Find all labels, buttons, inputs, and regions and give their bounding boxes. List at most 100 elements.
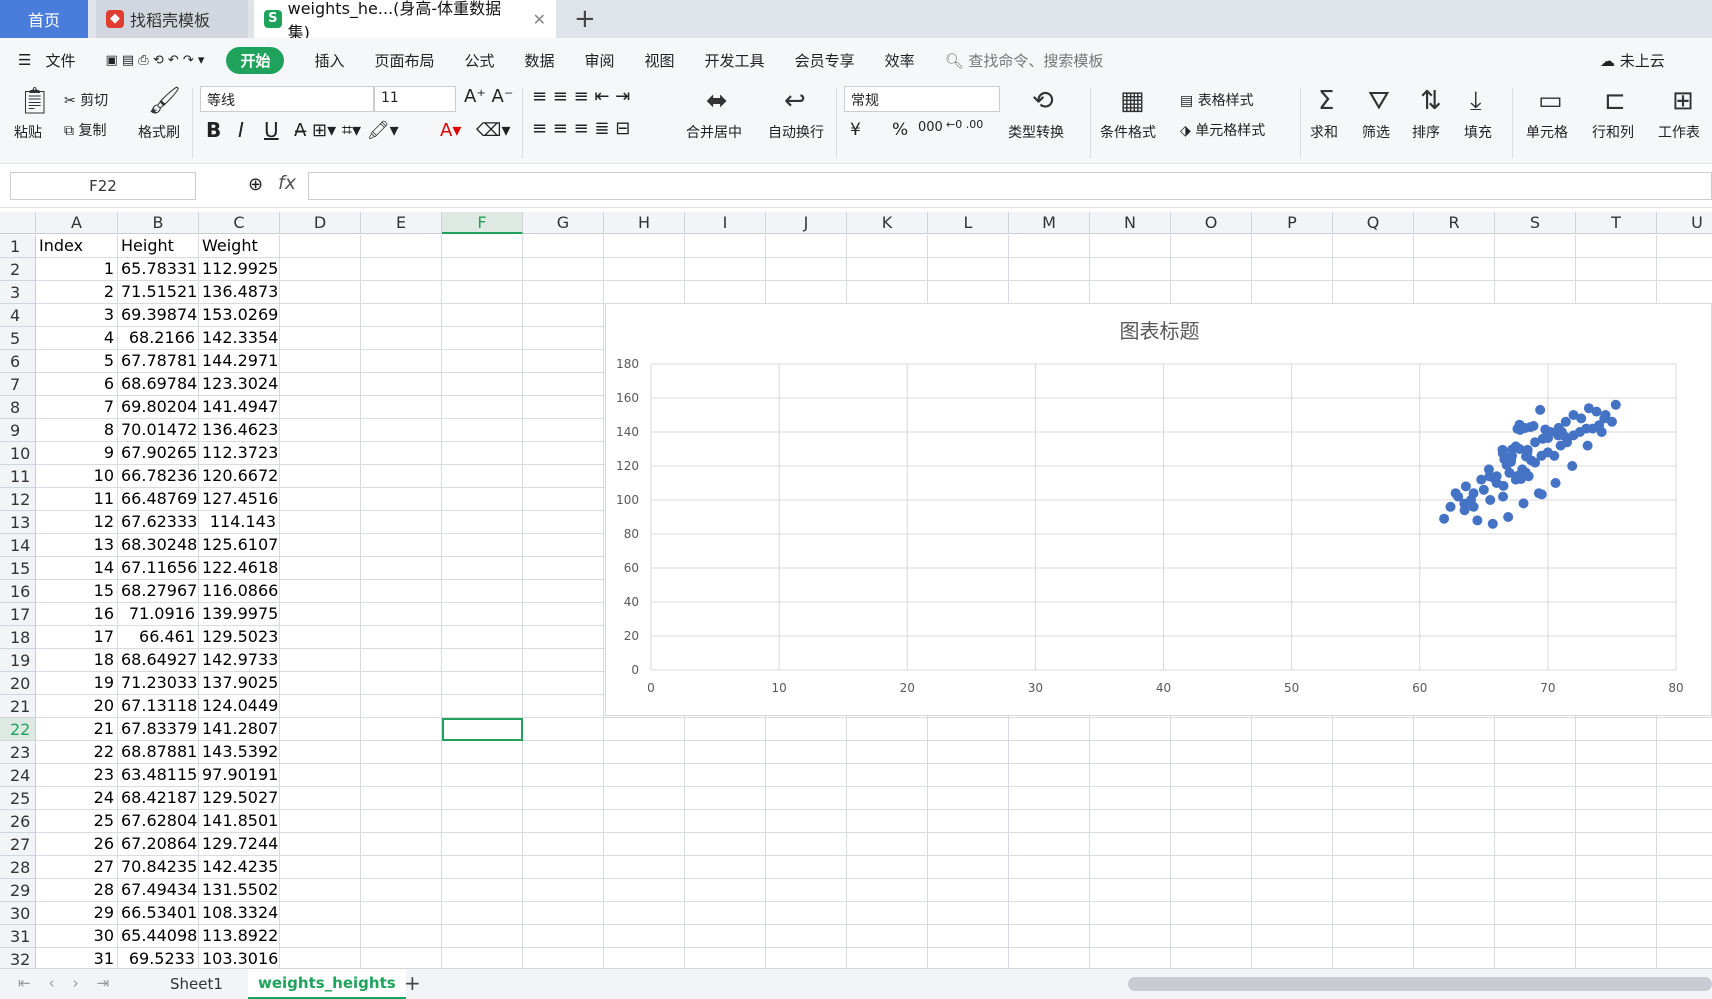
merge-icon[interactable]: ⬌ xyxy=(706,88,728,114)
cell-s24[interactable] xyxy=(1495,764,1576,787)
cell-k22[interactable] xyxy=(847,718,928,741)
cell-f27[interactable] xyxy=(442,833,523,856)
cell-c19[interactable]: 142.9733 xyxy=(199,649,280,672)
cell-l28[interactable] xyxy=(928,856,1009,879)
cell-b20[interactable]: 71.23033 xyxy=(118,672,199,695)
cell-g1[interactable] xyxy=(523,235,604,258)
cell-r28[interactable] xyxy=(1414,856,1495,879)
column-header-u[interactable]: U xyxy=(1657,212,1712,234)
cell-c13[interactable]: 114.143 xyxy=(199,511,280,534)
cell-c16[interactable]: 116.0866 xyxy=(199,580,280,603)
cell-b16[interactable]: 68.27967 xyxy=(118,580,199,603)
cell-q31[interactable] xyxy=(1333,925,1414,948)
cell-e31[interactable] xyxy=(361,925,442,948)
cell-f29[interactable] xyxy=(442,879,523,902)
cell-i31[interactable] xyxy=(685,925,766,948)
cell-k1[interactable] xyxy=(847,235,928,258)
row-header[interactable]: 8 xyxy=(0,396,36,419)
cell-p2[interactable] xyxy=(1252,258,1333,281)
cell-d24[interactable] xyxy=(280,764,361,787)
cell-m27[interactable] xyxy=(1009,833,1090,856)
menu-insert[interactable]: 插入 xyxy=(314,50,344,71)
type-convert-button[interactable]: 类型转换 xyxy=(1008,122,1064,142)
cell-t26[interactable] xyxy=(1576,810,1657,833)
cell-c7[interactable]: 123.3024 xyxy=(199,373,280,396)
tab-home[interactable]: 首页 xyxy=(0,0,88,38)
row-header[interactable]: 27 xyxy=(0,833,36,856)
cell-r24[interactable] xyxy=(1414,764,1495,787)
cell-a10[interactable]: 9 xyxy=(36,442,118,465)
cell-e29[interactable] xyxy=(361,879,442,902)
cell-t24[interactable] xyxy=(1576,764,1657,787)
cell-a19[interactable]: 18 xyxy=(36,649,118,672)
cell-q3[interactable] xyxy=(1333,281,1414,304)
column-header-r[interactable]: R xyxy=(1414,212,1495,234)
sheet-nav-icon[interactable]: ⇤‹›⇥ xyxy=(18,974,127,992)
zoom-icon[interactable]: ⊕ xyxy=(248,174,263,195)
column-header-t[interactable]: T xyxy=(1576,212,1657,234)
worksheet-button[interactable]: 工作表 xyxy=(1658,122,1700,142)
cell-h2[interactable] xyxy=(604,258,685,281)
cell-n32[interactable] xyxy=(1090,948,1171,968)
cell-a15[interactable]: 14 xyxy=(36,557,118,580)
row-header[interactable]: 31 xyxy=(0,925,36,948)
cell-e9[interactable] xyxy=(361,419,442,442)
cell-l26[interactable] xyxy=(928,810,1009,833)
cell-t1[interactable] xyxy=(1576,235,1657,258)
cell-d20[interactable] xyxy=(280,672,361,695)
cell-m22[interactable] xyxy=(1009,718,1090,741)
cell-g6[interactable] xyxy=(523,350,604,373)
cell-t31[interactable] xyxy=(1576,925,1657,948)
cell-e21[interactable] xyxy=(361,695,442,718)
cell-s30[interactable] xyxy=(1495,902,1576,925)
row-header[interactable]: 17 xyxy=(0,603,36,626)
column-header-l[interactable]: L xyxy=(928,212,1009,234)
cell-i25[interactable] xyxy=(685,787,766,810)
cell-e2[interactable] xyxy=(361,258,442,281)
cell-f25[interactable] xyxy=(442,787,523,810)
cell-e22[interactable] xyxy=(361,718,442,741)
cell-k2[interactable] xyxy=(847,258,928,281)
cell-e13[interactable] xyxy=(361,511,442,534)
cell-e8[interactable] xyxy=(361,396,442,419)
cell-c28[interactable]: 142.4235 xyxy=(199,856,280,879)
cell-s22[interactable] xyxy=(1495,718,1576,741)
cell-j22[interactable] xyxy=(766,718,847,741)
cell-d1[interactable] xyxy=(280,235,361,258)
cell-j25[interactable] xyxy=(766,787,847,810)
cell-c18[interactable]: 129.5023 xyxy=(199,626,280,649)
cell-i24[interactable] xyxy=(685,764,766,787)
cell-a28[interactable]: 27 xyxy=(36,856,118,879)
cell-o28[interactable] xyxy=(1171,856,1252,879)
cell-e20[interactable] xyxy=(361,672,442,695)
worksheet-icon[interactable]: ⊞ xyxy=(1672,88,1694,114)
cell-c21[interactable]: 124.0449 xyxy=(199,695,280,718)
cell-q22[interactable] xyxy=(1333,718,1414,741)
cell-e11[interactable] xyxy=(361,465,442,488)
cell-b29[interactable]: 67.49434 xyxy=(118,879,199,902)
italic-button[interactable]: I xyxy=(238,118,244,142)
cloud-status[interactable]: ☁ 未上云 xyxy=(1600,50,1665,71)
cell-l23[interactable] xyxy=(928,741,1009,764)
row-header[interactable]: 19 xyxy=(0,649,36,672)
cell-f13[interactable] xyxy=(442,511,523,534)
menu-member[interactable]: 会员专享 xyxy=(795,50,855,71)
cell-q27[interactable] xyxy=(1333,833,1414,856)
cell-a30[interactable]: 29 xyxy=(36,902,118,925)
cell-h1[interactable] xyxy=(604,235,685,258)
cell-l2[interactable] xyxy=(928,258,1009,281)
cell-o22[interactable] xyxy=(1171,718,1252,741)
cell-o32[interactable] xyxy=(1171,948,1252,968)
cell-j28[interactable] xyxy=(766,856,847,879)
row-header[interactable]: 1 xyxy=(0,235,36,258)
cell-k24[interactable] xyxy=(847,764,928,787)
cell-j23[interactable] xyxy=(766,741,847,764)
cell-b14[interactable]: 68.30248 xyxy=(118,534,199,557)
cell-e14[interactable] xyxy=(361,534,442,557)
cell-i32[interactable] xyxy=(685,948,766,968)
cell-f3[interactable] xyxy=(442,281,523,304)
cell-d22[interactable] xyxy=(280,718,361,741)
cell-f1[interactable] xyxy=(442,235,523,258)
cell-i29[interactable] xyxy=(685,879,766,902)
row-header[interactable]: 3 xyxy=(0,281,36,304)
